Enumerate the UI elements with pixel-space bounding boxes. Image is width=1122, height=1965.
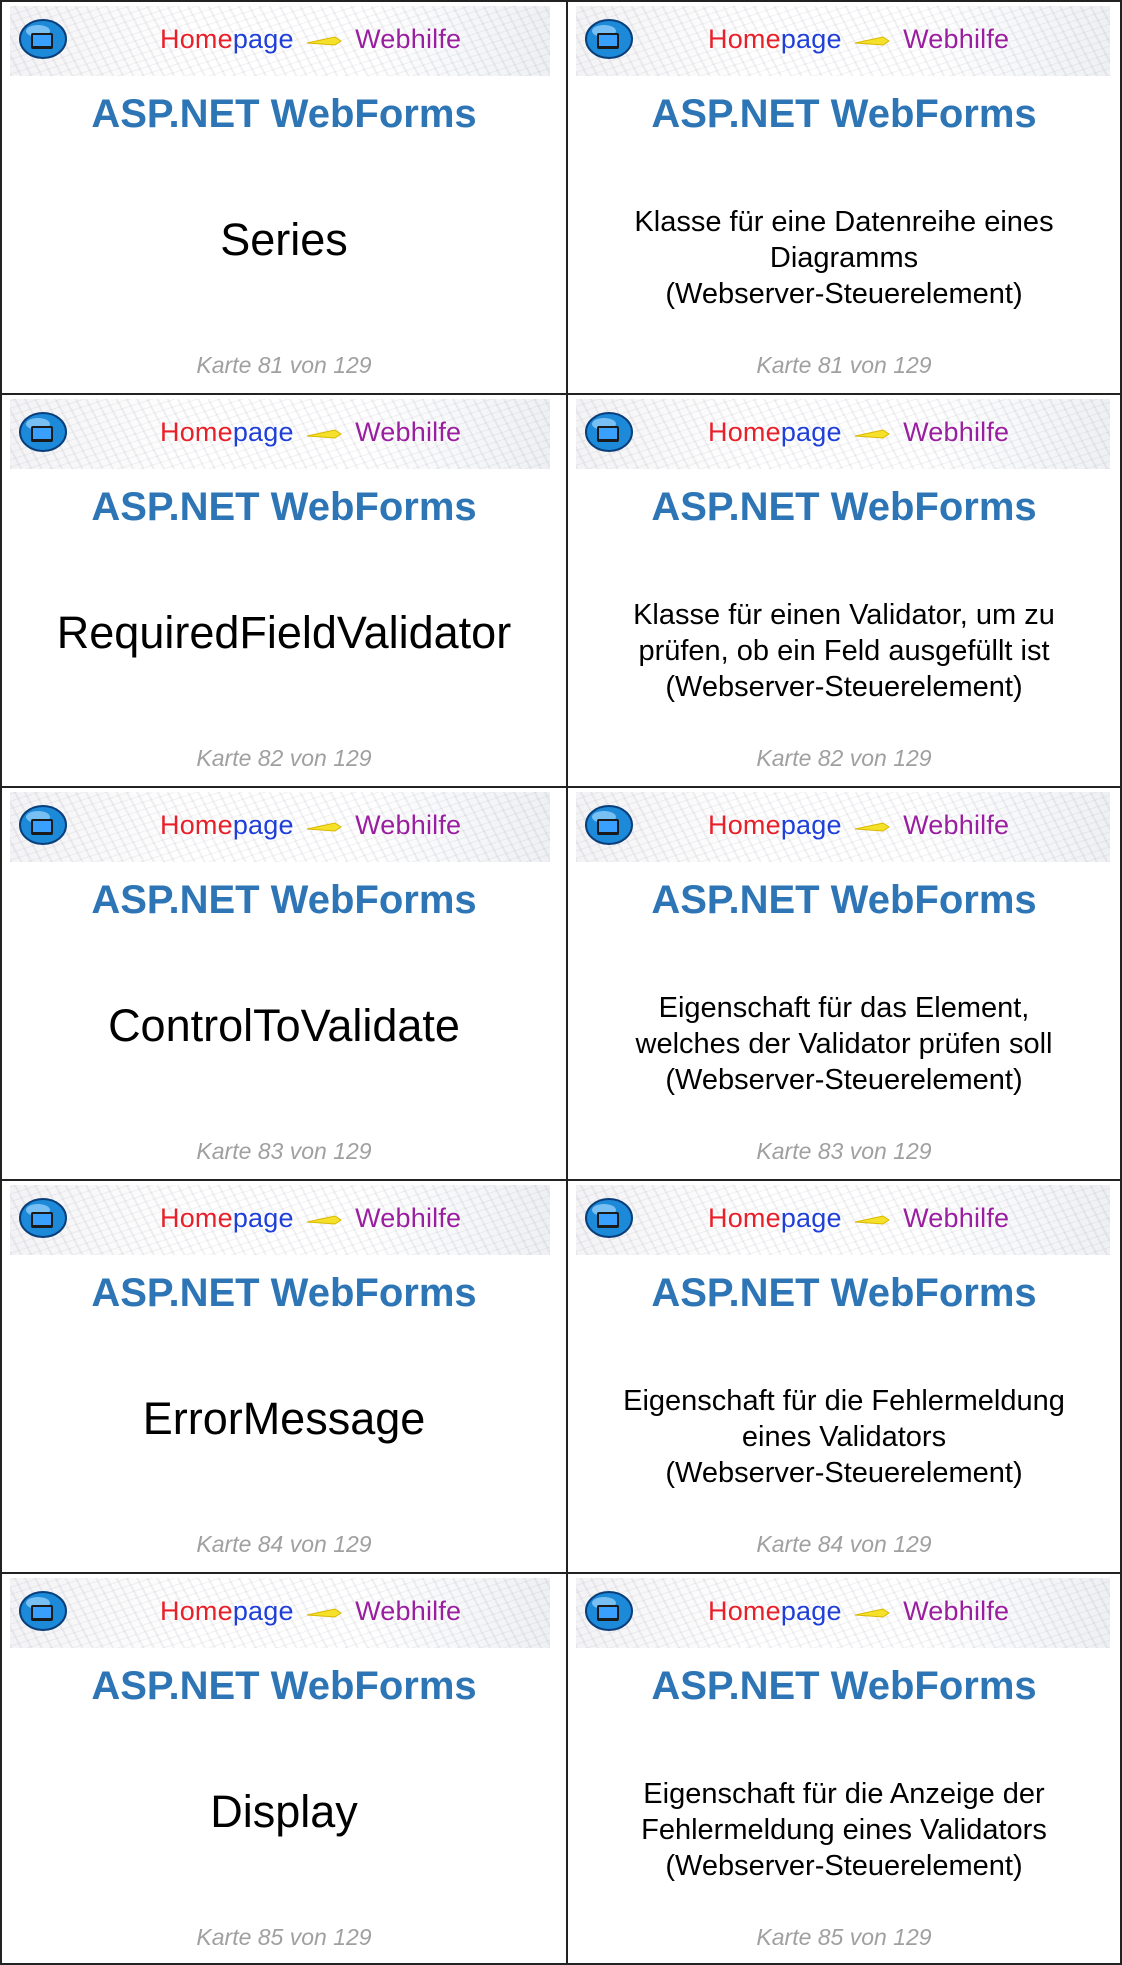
- card-title: ASP.NET WebForms: [651, 92, 1037, 136]
- yellow-arrow-icon: [307, 36, 343, 46]
- yellow-arrow-icon: [307, 822, 343, 832]
- homepage-webhilfe-banner: Homepage Webhilfe: [576, 1185, 1110, 1255]
- card-footer: Karte 83 von 129: [756, 1138, 932, 1164]
- homepage-webhilfe-banner: Homepage Webhilfe: [10, 1185, 550, 1255]
- brand-logo-text: Homepage Webhilfe: [708, 1596, 1010, 1626]
- definition-line: Klasse für eine Datenreihe eines: [634, 206, 1054, 238]
- brand-logo-text: Homepage Webhilfe: [160, 1596, 462, 1626]
- globe-monitor-icon: [585, 412, 633, 452]
- card-front-82: Homepage Webhilfe ASP.NET WebForms Requi…: [0, 393, 566, 786]
- definition-line: (Webserver-Steuerelement): [665, 671, 1023, 703]
- homepage-webhilfe-banner: Homepage Webhilfe: [10, 1578, 550, 1648]
- card-front-85: Homepage Webhilfe ASP.NET WebForms Displ…: [0, 1572, 566, 1965]
- card-title: ASP.NET WebForms: [91, 485, 477, 529]
- card-back-83: Homepage Webhilfe ASP.NET WebForms Eigen…: [566, 786, 1122, 1179]
- globe-monitor-icon: [585, 1198, 633, 1238]
- card-title: ASP.NET WebForms: [651, 1271, 1037, 1315]
- card-definition: Eigenschaft für die Fehlermeldung eines …: [588, 1383, 1100, 1491]
- definition-line: Fehlermeldung eines Validators: [641, 1814, 1047, 1846]
- brand-logo-text: Homepage Webhilfe: [160, 417, 462, 447]
- homepage-webhilfe-banner: Homepage Webhilfe: [10, 792, 550, 862]
- definition-line: eines Validators: [741, 1421, 947, 1453]
- globe-monitor-icon: [19, 412, 67, 452]
- card-term: RequiredFieldValidator: [56, 607, 512, 658]
- card-footer: Karte 81 von 129: [196, 352, 372, 378]
- card-back-84: Homepage Webhilfe ASP.NET WebForms Eigen…: [566, 1179, 1122, 1572]
- card-footer: Karte 85 von 129: [756, 1924, 932, 1950]
- yellow-arrow-icon: [855, 429, 891, 439]
- definition-line: (Webserver-Steuerelement): [665, 1064, 1023, 1096]
- card-definition: Eigenschaft für das Element, welches der…: [588, 990, 1100, 1098]
- brand-logo-text: Homepage Webhilfe: [708, 810, 1010, 840]
- globe-monitor-icon: [19, 19, 67, 59]
- card-definition: Eigenschaft für die Anzeige der Fehlerme…: [588, 1776, 1100, 1884]
- card-title: ASP.NET WebForms: [91, 1271, 477, 1315]
- card-title: ASP.NET WebForms: [651, 1664, 1037, 1708]
- yellow-arrow-icon: [855, 36, 891, 46]
- brand-logo-text: Homepage Webhilfe: [160, 1203, 462, 1233]
- definition-line: Eigenschaft für die Anzeige der: [643, 1778, 1045, 1810]
- card-footer: Karte 82 von 129: [196, 745, 372, 771]
- definition-line: welches der Validator prüfen soll: [635, 1028, 1053, 1060]
- homepage-webhilfe-banner: Homepage Webhilfe: [576, 792, 1110, 862]
- card-title: ASP.NET WebForms: [651, 485, 1037, 529]
- definition-line: Eigenschaft für das Element,: [658, 992, 1030, 1024]
- brand-logo-text: Homepage Webhilfe: [708, 417, 1010, 447]
- card-back-82: Homepage Webhilfe ASP.NET WebForms Klass…: [566, 393, 1122, 786]
- card-title: ASP.NET WebForms: [651, 878, 1037, 922]
- homepage-webhilfe-banner: Homepage Webhilfe: [576, 1578, 1110, 1648]
- brand-logo-text: Homepage Webhilfe: [160, 810, 462, 840]
- definition-line: Klasse für einen Validator, um zu: [633, 599, 1055, 631]
- card-footer: Karte 85 von 129: [196, 1924, 372, 1950]
- globe-monitor-icon: [585, 805, 633, 845]
- yellow-arrow-icon: [307, 429, 343, 439]
- card-term: Series: [220, 214, 348, 265]
- definition-line: (Webserver-Steuerelement): [665, 1457, 1023, 1489]
- card-footer: Karte 81 von 129: [756, 352, 932, 378]
- homepage-webhilfe-banner: Homepage Webhilfe: [576, 6, 1110, 76]
- yellow-arrow-icon: [307, 1608, 343, 1618]
- yellow-arrow-icon: [855, 1608, 891, 1618]
- globe-monitor-icon: [19, 1198, 67, 1238]
- card-footer: Karte 84 von 129: [196, 1531, 372, 1557]
- homepage-webhilfe-banner: Homepage Webhilfe: [10, 399, 550, 469]
- globe-monitor-icon: [585, 19, 633, 59]
- card-title: ASP.NET WebForms: [91, 92, 477, 136]
- card-term: ControlToValidate: [108, 1000, 460, 1051]
- brand-logo-text: Homepage Webhilfe: [708, 1203, 1010, 1233]
- card-footer: Karte 84 von 129: [756, 1531, 932, 1557]
- flashcard-sheet: Homepage Webhilfe ASP.NET WebForms Serie…: [0, 0, 1122, 1965]
- card-front-84: Homepage Webhilfe ASP.NET WebForms Error…: [0, 1179, 566, 1572]
- card-front-81: Homepage Webhilfe ASP.NET WebForms Serie…: [0, 0, 566, 393]
- homepage-webhilfe-banner: Homepage Webhilfe: [576, 399, 1110, 469]
- yellow-arrow-icon: [855, 1215, 891, 1225]
- card-term: ErrorMessage: [142, 1393, 426, 1444]
- card-title: ASP.NET WebForms: [91, 878, 477, 922]
- card-front-83: Homepage Webhilfe ASP.NET WebForms Contr…: [0, 786, 566, 1179]
- card-term: Display: [210, 1786, 358, 1837]
- card-definition: Klasse für eine Datenreihe eines Diagram…: [588, 204, 1100, 312]
- definition-line: Eigenschaft für die Fehlermeldung: [623, 1385, 1065, 1417]
- definition-line: prüfen, ob ein Feld ausgefüllt ist: [638, 635, 1050, 667]
- definition-line: (Webserver-Steuerelement): [665, 278, 1023, 310]
- brand-logo-text: Homepage Webhilfe: [708, 24, 1010, 54]
- yellow-arrow-icon: [307, 1215, 343, 1225]
- card-footer: Karte 83 von 129: [196, 1138, 372, 1164]
- globe-monitor-icon: [19, 1591, 67, 1631]
- card-definition: Klasse für einen Validator, um zu prüfen…: [588, 597, 1100, 705]
- card-back-85: Homepage Webhilfe ASP.NET WebForms Eigen…: [566, 1572, 1122, 1965]
- definition-line: (Webserver-Steuerelement): [665, 1850, 1023, 1882]
- globe-monitor-icon: [585, 1591, 633, 1631]
- card-title: ASP.NET WebForms: [91, 1664, 477, 1708]
- card-footer: Karte 82 von 129: [756, 745, 932, 771]
- globe-monitor-icon: [19, 805, 67, 845]
- brand-logo-text: Homepage Webhilfe: [160, 24, 462, 54]
- homepage-webhilfe-banner: Homepage Webhilfe: [10, 6, 550, 76]
- card-back-81: Homepage Webhilfe ASP.NET WebForms Klass…: [566, 0, 1122, 393]
- definition-line: Diagramms: [769, 242, 919, 274]
- yellow-arrow-icon: [855, 822, 891, 832]
